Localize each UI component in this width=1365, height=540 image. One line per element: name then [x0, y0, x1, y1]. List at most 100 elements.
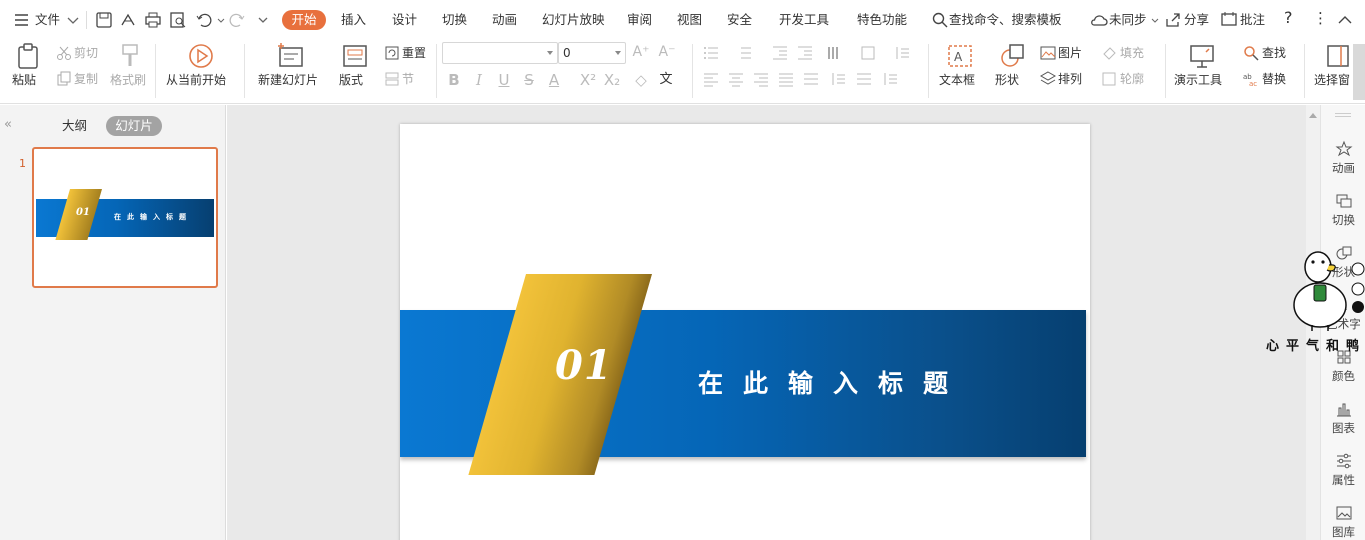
strikethrough-icon[interactable]: S — [520, 70, 538, 90]
tab-animation[interactable]: 动画 — [492, 11, 517, 29]
more-options-button[interactable]: ⋮ — [1313, 9, 1328, 27]
section-button[interactable]: 节 — [402, 71, 414, 87]
paste-icon[interactable] — [14, 42, 42, 70]
tab-transition[interactable]: 切换 — [442, 11, 467, 29]
cloud-sync-icon[interactable] — [1090, 11, 1108, 29]
share-icon[interactable] — [1164, 11, 1182, 29]
paste-button[interactable]: 粘贴 — [12, 72, 36, 88]
justify-icon[interactable] — [778, 71, 794, 87]
outline-icon[interactable] — [1101, 71, 1117, 87]
bullets-icon[interactable] — [703, 45, 719, 61]
customize-toolbar-icon[interactable] — [254, 11, 272, 29]
new-slide-button[interactable]: 新建幻灯片 — [258, 72, 318, 88]
find-button[interactable]: 查找 — [1262, 45, 1286, 61]
tab-design[interactable]: 设计 — [392, 11, 417, 29]
increase-font-icon[interactable]: A⁺ — [632, 42, 650, 62]
chevron-down-icon[interactable] — [1146, 11, 1164, 29]
fill-icon[interactable] — [1101, 45, 1117, 61]
tab-features[interactable]: 特色功能 — [857, 11, 907, 29]
shapes-icon[interactable] — [999, 42, 1027, 70]
task-animation[interactable]: 动画 — [1321, 140, 1365, 176]
scissors-icon[interactable] — [56, 45, 72, 61]
smart-art-icon[interactable] — [882, 71, 898, 87]
font-name-select[interactable] — [442, 42, 558, 64]
drag-handle[interactable] — [1335, 113, 1351, 117]
align-left-icon[interactable] — [703, 71, 719, 87]
paragraph-spacing-icon[interactable] — [830, 71, 846, 87]
vertical-align-icon[interactable] — [856, 71, 872, 87]
line-spacing-icon[interactable] — [894, 45, 910, 61]
align-center-icon[interactable] — [728, 71, 744, 87]
phonetic-guide-icon[interactable]: 文 — [657, 70, 675, 90]
tab-outline[interactable]: 大纲 — [62, 116, 87, 136]
text-box-icon[interactable]: A — [946, 42, 974, 70]
selection-pane-button[interactable]: 选择窗 — [1314, 72, 1350, 88]
tab-security[interactable]: 安全 — [727, 11, 752, 29]
italic-icon[interactable]: I — [470, 70, 488, 90]
ribbon-scroll-button[interactable] — [1353, 44, 1365, 100]
tab-slides[interactable]: 幻灯片 — [106, 116, 162, 136]
task-gallery[interactable]: 图库 — [1321, 504, 1365, 540]
outline-button[interactable]: 轮廓 — [1120, 71, 1144, 87]
picture-button[interactable]: 图片 — [1058, 45, 1082, 61]
distribute-icon[interactable] — [803, 71, 819, 87]
shape-button[interactable]: 形状 — [995, 72, 1019, 88]
increase-indent-icon[interactable] — [797, 45, 813, 61]
fill-button[interactable]: 填充 — [1120, 45, 1144, 61]
tab-home[interactable]: 开始 — [282, 10, 326, 30]
task-properties[interactable]: 属性 — [1321, 452, 1365, 488]
slide[interactable]: 01 在此输入标题 — [400, 124, 1090, 540]
collapse-pane-icon[interactable]: « — [4, 117, 12, 132]
slide-title[interactable]: 在此输入标题 — [698, 364, 968, 400]
underline-icon[interactable]: U — [495, 70, 513, 90]
reset-icon[interactable] — [384, 45, 400, 61]
arrange-icon[interactable] — [1040, 71, 1056, 87]
help-button[interactable]: ? — [1284, 9, 1293, 27]
search-commands[interactable]: 查找命令、搜索模板 — [949, 11, 1062, 29]
comment-button[interactable]: 批注 — [1240, 11, 1265, 29]
decrease-font-icon[interactable]: A⁻ — [658, 42, 676, 62]
columns-icon[interactable] — [826, 45, 842, 61]
replace-icon[interactable]: abac — [1243, 71, 1259, 87]
comment-icon[interactable] — [1220, 11, 1238, 29]
new-slide-icon[interactable] — [277, 42, 305, 70]
tab-view[interactable]: 视图 — [677, 11, 702, 29]
font-size-select[interactable]: 0 — [558, 42, 626, 64]
clear-format-icon[interactable]: ◇ — [632, 70, 650, 90]
copy-icon[interactable] — [56, 71, 72, 87]
format-painter-icon[interactable] — [116, 42, 144, 70]
arrange-button[interactable]: 排列 — [1058, 71, 1082, 87]
chevron-down-icon[interactable] — [64, 11, 82, 29]
tab-insert[interactable]: 插入 — [341, 11, 366, 29]
tab-review[interactable]: 审阅 — [627, 11, 652, 29]
presentation-tools-icon[interactable] — [1188, 42, 1216, 70]
decrease-indent-icon[interactable] — [772, 45, 788, 61]
format-painter-button[interactable]: 格式刷 — [110, 72, 146, 88]
from-current-button[interactable]: 从当前开始 — [166, 72, 226, 88]
undo-icon[interactable] — [195, 11, 213, 29]
file-menu[interactable]: 文件 — [35, 11, 60, 29]
redo-icon[interactable] — [228, 11, 246, 29]
align-right-icon[interactable] — [753, 71, 769, 87]
print-preview-icon[interactable] — [169, 11, 187, 29]
section-icon[interactable] — [384, 71, 400, 87]
task-transition[interactable]: 切换 — [1321, 192, 1365, 228]
font-color-icon[interactable]: A — [545, 70, 563, 90]
layout-button[interactable]: 版式 — [339, 72, 363, 88]
bold-icon[interactable]: B — [445, 70, 463, 90]
play-from-current-icon[interactable] — [187, 42, 215, 70]
presentation-tools-button[interactable]: 演示工具 — [1174, 72, 1222, 88]
cut-button[interactable]: 剪切 — [74, 45, 98, 61]
save-icon[interactable] — [95, 11, 113, 29]
hamburger-menu-icon[interactable] — [13, 11, 31, 29]
find-icon[interactable] — [1243, 45, 1259, 61]
search-icon[interactable] — [931, 11, 949, 29]
numbering-icon[interactable] — [736, 45, 752, 61]
reset-button[interactable]: 重置 — [402, 45, 426, 61]
tab-developer[interactable]: 开发工具 — [779, 11, 829, 29]
tab-slideshow[interactable]: 幻灯片放映 — [542, 11, 605, 29]
replace-button[interactable]: 替换 — [1262, 71, 1286, 87]
sync-status[interactable]: 未同步 — [1109, 11, 1147, 29]
section-number[interactable]: 01 — [555, 342, 613, 389]
subscript-icon[interactable]: X₂ — [603, 70, 621, 90]
